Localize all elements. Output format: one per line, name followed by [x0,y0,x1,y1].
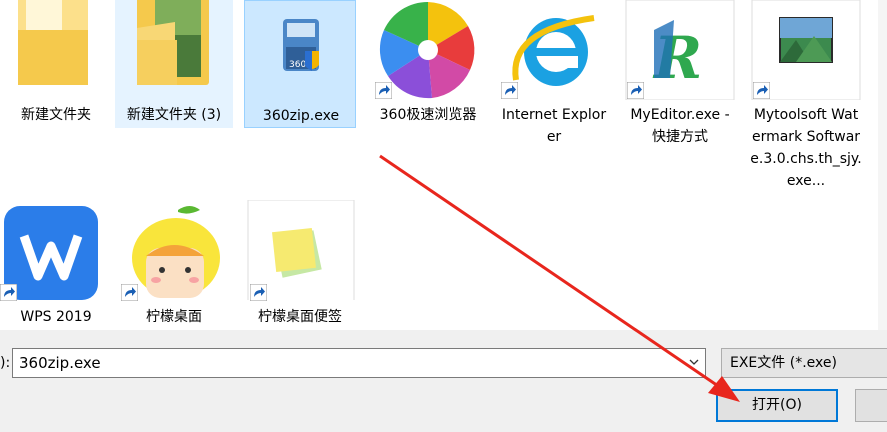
filename-label: ): [0,355,11,371]
filename-value: 360zip.exe [19,354,101,372]
folder-picture-icon [137,0,209,85]
file-item-folder[interactable]: 新建文件夹 (3) [115,0,233,128]
file-label: 360zip.exe [262,108,340,124]
folder-icon [18,0,88,85]
file-label: MyEditor.exe - 快捷方式 [630,107,730,145]
cancel-button[interactable] [855,389,887,422]
file-item-shortcut[interactable]: WPS 2019 [0,200,112,330]
shortcut-arrow-icon [501,82,518,99]
shortcut-arrow-icon [627,82,644,99]
file-item-shortcut[interactable]: 柠檬桌面便签 [244,200,356,330]
360zip-icon: 360 [283,19,319,71]
file-list: 新建文件夹 新建文件夹 (3) 360 360zip.exe 360极速浏览器 … [0,0,887,330]
file-item-folder[interactable]: 新建文件夹 [0,0,112,135]
file-item-shortcut[interactable]: 360极速浏览器 [372,0,484,150]
file-type-select[interactable]: EXE文件 (*.exe) [721,348,887,378]
file-label: 新建文件夹 [21,107,91,123]
shortcut-arrow-icon [375,82,392,99]
file-item-exe[interactable]: Mytoolsoft Watermark Software.3.0.chs.th… [750,0,862,200]
file-label: WPS 2019 [20,309,92,325]
file-label: 柠檬桌面 [146,309,202,325]
file-item-exe[interactable]: 360 360zip.exe [244,0,356,128]
svg-text:360: 360 [289,60,306,70]
file-label: 360极速浏览器 [379,107,477,123]
file-label: Mytoolsoft Watermark Software.3.0.chs.th… [750,107,862,189]
file-label: Internet Explorer [501,107,607,145]
file-item-shortcut[interactable]: Internet Explorer [498,0,610,150]
file-label: 新建文件夹 (3) [126,107,222,123]
file-item-shortcut[interactable]: R MyEditor.exe - 快捷方式 [624,0,736,150]
shortcut-arrow-icon [250,284,267,301]
filename-input[interactable]: 360zip.exe [12,348,706,378]
open-button[interactable]: 打开(O) [716,389,838,422]
chevron-down-icon[interactable] [689,357,699,367]
file-item-shortcut[interactable]: 柠檬桌面 [118,200,230,330]
file-label: 柠檬桌面便签 [258,309,342,325]
vertical-scrollbar[interactable] [878,0,887,330]
shortcut-arrow-icon [0,284,17,301]
shortcut-arrow-icon [753,82,770,99]
shortcut-arrow-icon [121,284,138,301]
